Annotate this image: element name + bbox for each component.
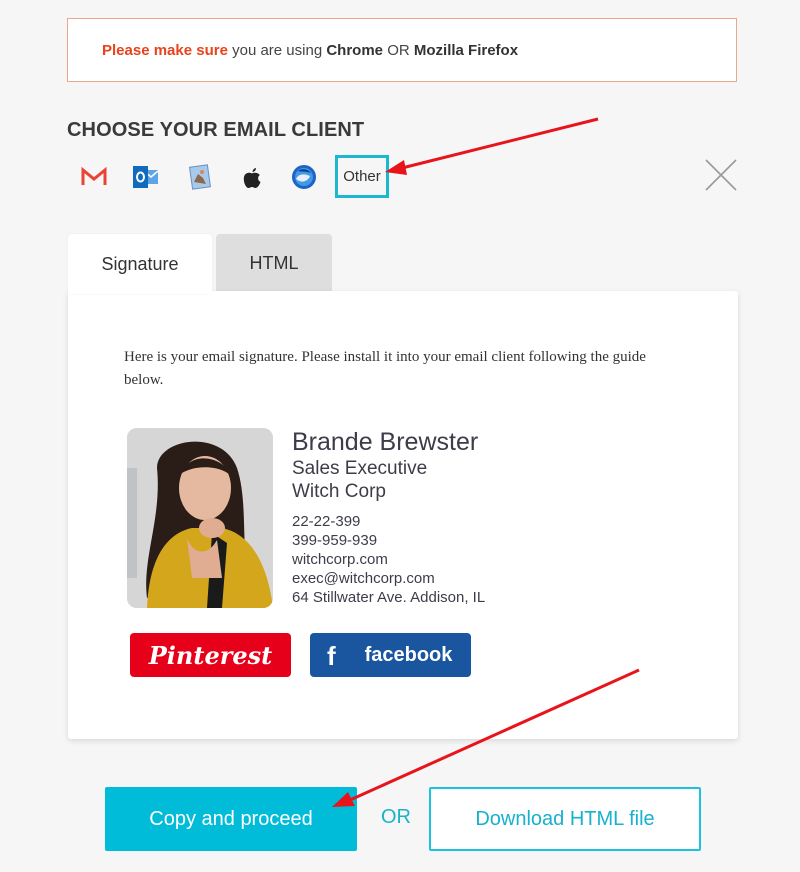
browser-notice: Please make sure you are using Chrome OR… <box>67 18 737 82</box>
page-heading: CHOOSE YOUR EMAIL CLIENT <box>67 119 365 141</box>
outlook-icon <box>133 166 159 188</box>
pinterest-logo-text: Pinterest <box>148 640 273 670</box>
facebook-label: facebook <box>364 643 453 666</box>
gmail-icon <box>81 167 107 185</box>
close-icon <box>705 159 737 191</box>
arrow-to-other-icon <box>385 117 599 175</box>
signature-title: Sales Executive <box>292 458 428 479</box>
tab-signature[interactable]: Signature <box>68 234 212 294</box>
facebook-icon: f <box>327 641 336 671</box>
signature-website[interactable]: witchcorp.com <box>292 550 485 569</box>
client-outlook[interactable] <box>128 156 164 198</box>
signature-phone-1: 22-22-399 <box>292 513 361 530</box>
signature-address: 64 Stillwater Ave. Addison, IL <box>292 589 486 606</box>
or-separator: OR <box>381 806 411 828</box>
client-thunderbird[interactable] <box>286 156 322 198</box>
thunderbird-icon <box>292 165 316 189</box>
portrait-image <box>127 428 273 608</box>
notice-text-2: OR <box>383 42 414 59</box>
client-apple[interactable] <box>234 156 270 198</box>
client-apple-mail[interactable] <box>182 156 218 198</box>
download-html-button[interactable]: Download HTML file <box>429 787 701 851</box>
notice-browser-chrome: Chrome <box>326 42 384 59</box>
profile-photo <box>127 428 273 608</box>
signature-phone-2: 399-959-939 <box>292 532 378 549</box>
apple-mail-icon <box>188 164 212 190</box>
apple-icon <box>243 168 261 188</box>
tab-html[interactable]: HTML <box>216 234 332 292</box>
client-gmail[interactable] <box>76 156 112 198</box>
facebook-button[interactable]: f facebook <box>310 633 471 677</box>
signature-email[interactable]: exec@witchcorp.com <box>292 569 485 588</box>
other-client-button[interactable]: Other <box>335 155 389 198</box>
signature-panel: Here is your email signature. Please ins… <box>68 291 738 739</box>
copy-and-proceed-button[interactable]: Copy and proceed <box>105 787 357 851</box>
notice-browser-firefox: Mozilla Firefox <box>413 42 519 59</box>
signature-name: Brande Brewster <box>292 428 479 456</box>
notice-text-1: you are using <box>227 42 327 59</box>
close-button[interactable] <box>704 158 738 192</box>
signature-intro-text: Here is your email signature. Please ins… <box>124 349 646 388</box>
pinterest-button[interactable]: Pinterest <box>130 633 291 677</box>
signature-company: Witch Corp <box>292 481 386 502</box>
signature-details: Brande Brewster Sales Executive Witch Co… <box>292 427 485 607</box>
notice-warning: Please make sure <box>102 42 228 59</box>
